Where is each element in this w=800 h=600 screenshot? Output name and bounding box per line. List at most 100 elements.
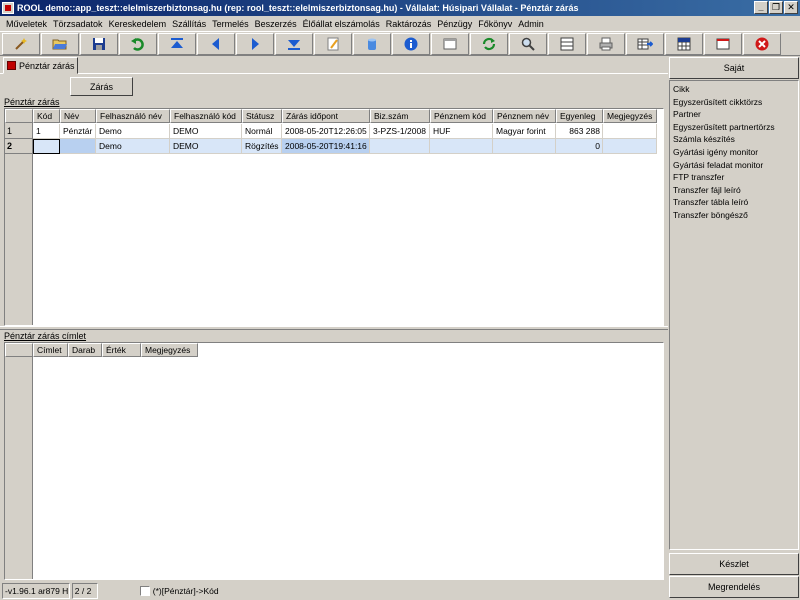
open-button[interactable] — [41, 33, 79, 55]
export-button[interactable] — [626, 33, 664, 55]
keszlet-button[interactable]: Készlet — [669, 553, 799, 575]
filter-checkbox[interactable] — [139, 586, 150, 596]
cell-penznem-kod[interactable] — [430, 139, 493, 154]
column-header-megjegyzes[interactable]: Megjegyzés — [603, 109, 657, 123]
menu-raktarozas[interactable]: Raktározás — [383, 19, 435, 29]
sajat-button[interactable]: Saját — [669, 57, 799, 79]
cell-kod[interactable] — [33, 139, 60, 154]
penztar-zaras-cimlet-grid[interactable]: Címlet Darab Érték Megjegyzés — [4, 342, 664, 580]
search-button[interactable] — [509, 33, 547, 55]
column-header-ertek[interactable]: Érték — [102, 343, 141, 357]
column-header-cimlet[interactable]: Címlet — [33, 343, 68, 357]
menu-penzugy[interactable]: Pénzügy — [434, 19, 475, 29]
close-window-button[interactable]: ✕ — [784, 1, 798, 14]
list-item[interactable]: Számla készítés — [673, 133, 795, 146]
table-row[interactable]: 1 1 Pénztár Demo DEMO Normál 2008-05-20T… — [5, 124, 657, 139]
cell-penznem-kod[interactable]: HUF — [430, 124, 493, 139]
list-item[interactable]: Gyártási igény monitor — [673, 146, 795, 159]
cell-biz-szam[interactable] — [370, 139, 430, 154]
column-header-kod[interactable]: Kód — [33, 109, 60, 123]
cell-egyenleg[interactable]: 863 288 — [556, 124, 603, 139]
column-header-penznem-nev[interactable]: Pénznem név — [493, 109, 556, 123]
column-header-zaras-idopont[interactable]: Zárás időpont — [282, 109, 370, 123]
cell-felhasznalo-nev[interactable]: Demo — [96, 124, 170, 139]
cell-felhasznalo-kod[interactable]: DEMO — [170, 124, 242, 139]
cell-nev[interactable]: Pénztár — [60, 124, 96, 139]
app-icon — [2, 2, 14, 14]
list-item[interactable]: Partner — [673, 108, 795, 121]
refresh-icon — [482, 37, 496, 51]
next-record-icon — [252, 38, 259, 50]
cell-kod[interactable]: 1 — [33, 124, 60, 139]
column-header-egyenleg[interactable]: Egyenleg — [556, 109, 603, 123]
column-header-statusz[interactable]: Státusz — [242, 109, 282, 123]
next-record-button[interactable] — [236, 33, 274, 55]
list-item[interactable]: Transzfer fájl leíró — [673, 184, 795, 197]
table-button[interactable] — [665, 33, 703, 55]
maximize-button[interactable]: ❐ — [769, 1, 783, 14]
cell-megjegyzes[interactable] — [603, 124, 657, 139]
cell-statusz[interactable]: Normál — [242, 124, 282, 139]
column-header-darab[interactable]: Darab — [68, 343, 102, 357]
quick-access-list: Cikk Egyszerűsített cikktörzs Partner Eg… — [669, 80, 799, 550]
window-button[interactable] — [704, 33, 742, 55]
menu-torzsadatok[interactable]: Törzsadatok — [50, 19, 106, 29]
save-button[interactable] — [80, 33, 118, 55]
filter-area: (*)[Pénztár]->Kód — [100, 583, 666, 599]
column-header-biz-szam[interactable]: Biz.szám — [370, 109, 430, 123]
exit-button[interactable] — [743, 33, 781, 55]
menu-termeles[interactable]: Termelés — [209, 19, 252, 29]
cell-felhasznalo-kod[interactable]: DEMO — [170, 139, 242, 154]
minimize-button[interactable]: _ — [754, 1, 768, 14]
tab-penztar-zaras[interactable]: Pénztár zárás — [3, 57, 78, 74]
wizard-button[interactable] — [2, 33, 40, 55]
info-button[interactable] — [392, 33, 430, 55]
cell-penznem-nev[interactable] — [493, 139, 556, 154]
cell-nev[interactable] — [60, 139, 96, 154]
cell-zaras-idopont[interactable]: 2008-05-20T19:41:16 — [282, 139, 370, 154]
column-header-felhasznalo-kod[interactable]: Felhasználó kód — [170, 109, 242, 123]
menu-fokonyv[interactable]: Főkönyv — [475, 19, 515, 29]
penztar-zaras-grid[interactable]: Kód Név Felhasználó név Felhasználó kód … — [4, 108, 664, 326]
list-item[interactable]: FTP transzfer — [673, 171, 795, 184]
list-item[interactable]: Transzfer böngésző — [673, 209, 795, 222]
last-record-button[interactable] — [275, 33, 313, 55]
column-header-megjegyzes[interactable]: Megjegyzés — [141, 343, 198, 357]
cell-biz-szam[interactable]: 3-PZS-1/2008 — [370, 124, 430, 139]
cell-egyenleg[interactable]: 0 — [556, 139, 603, 154]
column-header-penznem-kod[interactable]: Pénznem kód — [430, 109, 493, 123]
cell-penznem-nev[interactable]: Magyar forint — [493, 124, 556, 139]
edit-button[interactable] — [314, 33, 352, 55]
column-header-felhasznalo-nev[interactable]: Felhasználó név — [96, 109, 170, 123]
menu-szallitas[interactable]: Szállítás — [169, 19, 209, 29]
menu-muveletek[interactable]: Műveletek — [3, 19, 50, 29]
print-button[interactable] — [587, 33, 625, 55]
grid-button[interactable] — [548, 33, 586, 55]
menu-admin[interactable]: Admin — [515, 19, 547, 29]
database-icon — [368, 38, 376, 50]
menu-eloallat[interactable]: Élőállat elszámolás — [300, 19, 383, 29]
column-header-nev[interactable]: Név — [60, 109, 96, 123]
menu-kereskedelem[interactable]: Kereskedelem — [106, 19, 170, 29]
list-item[interactable]: Transzfer tábla leíró — [673, 196, 795, 209]
form-button[interactable] — [431, 33, 469, 55]
refresh-button[interactable] — [470, 33, 508, 55]
cell-felhasznalo-nev[interactable]: Demo — [96, 139, 170, 154]
menu-beszerzes[interactable]: Beszerzés — [252, 19, 300, 29]
list-item[interactable]: Gyártási feladat monitor — [673, 159, 795, 172]
cell-zaras-idopont[interactable]: 2008-05-20T12:26:05 — [282, 124, 370, 139]
panel-splitter[interactable] — [0, 326, 668, 330]
cell-statusz[interactable]: Rögzítés — [242, 139, 282, 154]
previous-record-button[interactable] — [197, 33, 235, 55]
list-item[interactable]: Egyszerűsített partnertörzs — [673, 121, 795, 134]
first-record-button[interactable] — [158, 33, 196, 55]
database-button[interactable] — [353, 33, 391, 55]
undo-button[interactable] — [119, 33, 157, 55]
cell-megjegyzes[interactable] — [603, 139, 657, 154]
list-item[interactable]: Egyszerűsített cikktörzs — [673, 96, 795, 109]
megrendeles-button[interactable]: Megrendelés — [669, 576, 799, 598]
zaras-button[interactable]: Zárás — [70, 77, 133, 96]
list-item[interactable]: Cikk — [673, 83, 795, 96]
table-row[interactable]: 2 Demo DEMO Rögzítés 2008-05-20T19:41:16… — [5, 139, 657, 154]
title-bar: ROOL demo::app_teszt::elelmiszerbiztonsa… — [0, 0, 800, 16]
